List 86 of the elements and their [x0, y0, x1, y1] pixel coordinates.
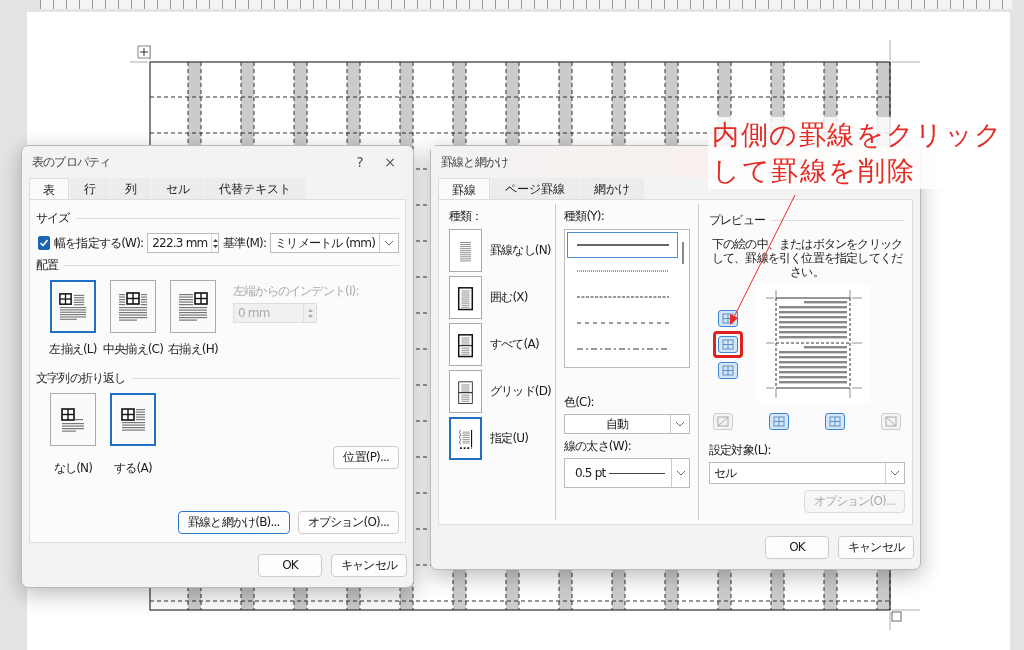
resize-handle-icon[interactable]: [891, 611, 902, 622]
section-heading: 種類：: [449, 208, 484, 225]
field-label: 色(C):: [564, 394, 595, 411]
line-width-dropdown[interactable]: 0.5 pt: [564, 458, 690, 488]
tab[interactable]: 列: [111, 178, 151, 199]
tab[interactable]: 罫線: [438, 178, 490, 199]
field-label: 基準(M):: [223, 234, 267, 252]
dialog-button[interactable]: OK: [258, 553, 322, 577]
grid-icon: [722, 364, 734, 376]
tab[interactable]: 網かけ: [580, 178, 644, 199]
move-handle-icon[interactable]: [137, 45, 151, 59]
position-button[interactable]: 位置(P)...: [333, 446, 399, 469]
section-heading: プレビュー: [709, 212, 765, 229]
chevron-icon: [384, 239, 394, 247]
tab[interactable]: 表: [29, 178, 69, 199]
line-style-option[interactable]: [567, 232, 678, 258]
spinner-arrows-icon[interactable]: [212, 237, 220, 249]
alignment-option[interactable]: [170, 280, 216, 333]
border-toggle-button[interactable]: [825, 413, 845, 430]
help-button[interactable]: ?: [345, 154, 375, 170]
close-button[interactable]: ×: [375, 154, 405, 170]
dialog-button[interactable]: 罫線と網かけ(B)...: [178, 511, 290, 534]
wrapping-option[interactable]: [50, 393, 96, 446]
diagonal-icon: [717, 416, 729, 427]
option-label: すべて(A): [490, 336, 539, 353]
option-label: 囲む(X): [490, 289, 528, 306]
line-sample-icon: [576, 269, 669, 273]
border-toggle-button[interactable]: [713, 413, 733, 430]
line-sample-icon: [609, 472, 666, 474]
apply-to-dropdown[interactable]: セル: [709, 462, 905, 484]
section-heading: 配置: [36, 257, 59, 274]
setting-option[interactable]: [449, 323, 482, 366]
line-style-list[interactable]: [564, 229, 690, 368]
chevron-icon: [890, 469, 900, 477]
grid-icon: [773, 416, 785, 427]
section-heading: 文字列の折り返し: [36, 370, 126, 387]
table-text-icon: [117, 289, 149, 324]
dialog-button[interactable]: キャンセル: [838, 535, 914, 559]
option-label: 中央揃え(C): [102, 341, 164, 358]
field-label: 線の太さ(W):: [564, 438, 632, 455]
option-label: 左揃え(L): [49, 341, 97, 358]
dialog-button[interactable]: OK: [765, 535, 829, 559]
border-toggle-button[interactable]: [718, 361, 738, 379]
border-toggle-button[interactable]: [881, 413, 901, 430]
option-label: 指定(U): [490, 430, 529, 447]
option-label: する(A): [114, 460, 152, 477]
option-label: 罫線なし(N): [490, 242, 551, 259]
color-dropdown[interactable]: 自動: [564, 414, 690, 434]
alignment-option[interactable]: [50, 280, 96, 333]
chevron-icon: [675, 469, 686, 477]
border-toggle-button[interactable]: [718, 335, 738, 353]
grid-icon: [722, 312, 734, 324]
setting-option[interactable]: [449, 370, 482, 413]
field-label: 左端からのインデント(I):: [233, 283, 359, 300]
option-label: 右揃え(H): [168, 341, 218, 358]
border-toggle-button[interactable]: [769, 413, 789, 430]
diagonal-icon: [885, 416, 897, 427]
tab[interactable]: 行: [70, 178, 110, 199]
line-sample-icon: [576, 321, 669, 325]
table-text-icon: [177, 289, 209, 324]
grid-icon: [829, 416, 841, 427]
line-sample-icon: [576, 243, 669, 247]
line-sample-icon: [576, 347, 669, 351]
section-heading: サイズ: [36, 210, 70, 227]
unit-dropdown[interactable]: ミリメートル (mm): [270, 233, 399, 253]
checkmark-icon: [39, 238, 49, 248]
dialog-button[interactable]: オプション(O)...: [297, 511, 399, 534]
tab[interactable]: 代替テキスト: [205, 178, 305, 199]
checkbox[interactable]: [38, 236, 50, 250]
dialog-button[interactable]: キャンセル: [331, 553, 407, 577]
setting-option[interactable]: [449, 276, 482, 319]
checkbox-label: 幅を指定する(W):: [54, 234, 144, 252]
line-sample-icon: [576, 295, 669, 299]
wrapping-option[interactable]: [110, 393, 156, 446]
window-title: 表のプロパティ: [32, 153, 112, 171]
alignment-option[interactable]: [110, 280, 156, 333]
scrollbar-thumb[interactable]: [681, 242, 684, 264]
tab[interactable]: セル: [152, 178, 204, 199]
option-label: なし(N): [53, 460, 93, 477]
chevron-icon: [675, 420, 685, 428]
option-label: グリッド(D): [490, 383, 551, 400]
grid-icon: [722, 338, 734, 350]
field-label: 設定対象(L):: [709, 442, 772, 459]
field-label: 種類(Y):: [564, 208, 605, 225]
tab[interactable]: ページ罫線: [491, 178, 579, 199]
width-spin-field[interactable]: 222.3 mm: [147, 233, 220, 253]
